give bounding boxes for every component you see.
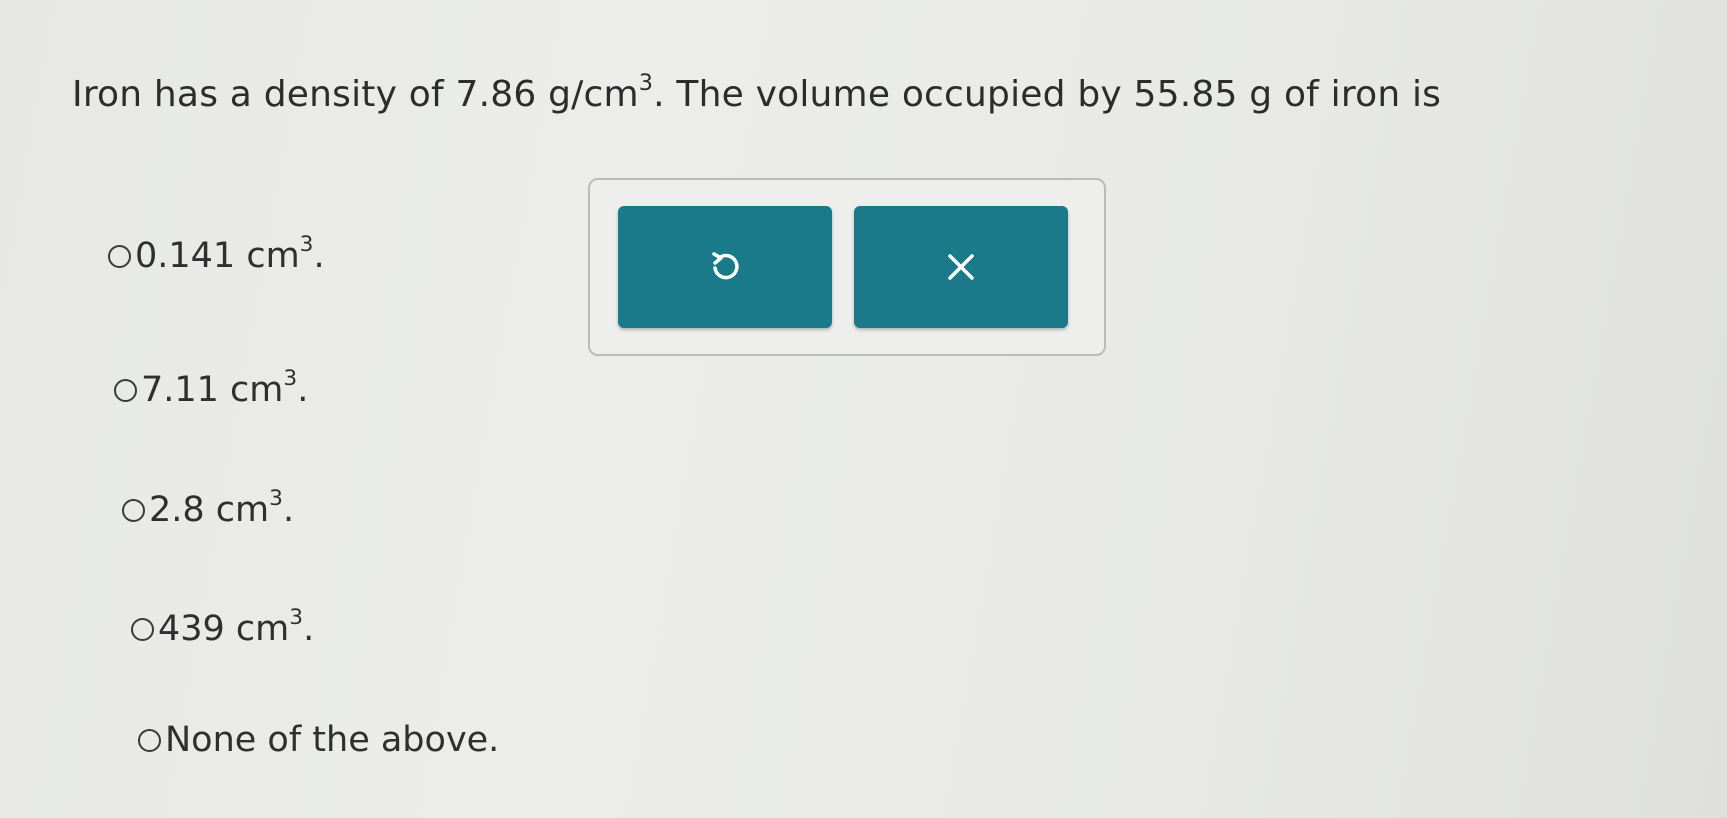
answer-option[interactable]: 439 cm3.: [131, 605, 315, 649]
undo-button[interactable]: [618, 206, 832, 328]
radio-button[interactable]: [114, 378, 137, 402]
answer-option[interactable]: 2.8 cm3.: [122, 486, 295, 530]
answer-toolbar: [588, 178, 1106, 356]
clear-button[interactable]: [854, 206, 1068, 328]
undo-icon: [708, 250, 742, 284]
question-suffix: . The volume occupied by 55.85 g of iron…: [653, 74, 1442, 115]
radio-button[interactable]: [108, 244, 131, 268]
answer-option[interactable]: None of the above.: [138, 720, 499, 760]
option-label: None of the above.: [165, 720, 500, 760]
radio-button[interactable]: [131, 617, 154, 641]
answer-option[interactable]: 0.141 cm3.: [108, 232, 325, 276]
option-label: 0.141 cm3.: [135, 232, 325, 276]
option-label: 7.11 cm3.: [141, 366, 309, 410]
question-exponent: 3: [638, 69, 654, 96]
answer-option[interactable]: 7.11 cm3.: [114, 366, 309, 410]
option-label: 2.8 cm3.: [149, 486, 295, 530]
option-label: 439 cm3.: [158, 605, 315, 649]
question-text: Iron has a density of 7.86 g/cm3. The vo…: [72, 71, 1442, 115]
radio-button[interactable]: [122, 498, 145, 522]
radio-button[interactable]: [138, 728, 161, 752]
question-prefix: Iron has a density of 7.86 g/cm: [72, 74, 639, 115]
close-icon: [945, 251, 977, 283]
